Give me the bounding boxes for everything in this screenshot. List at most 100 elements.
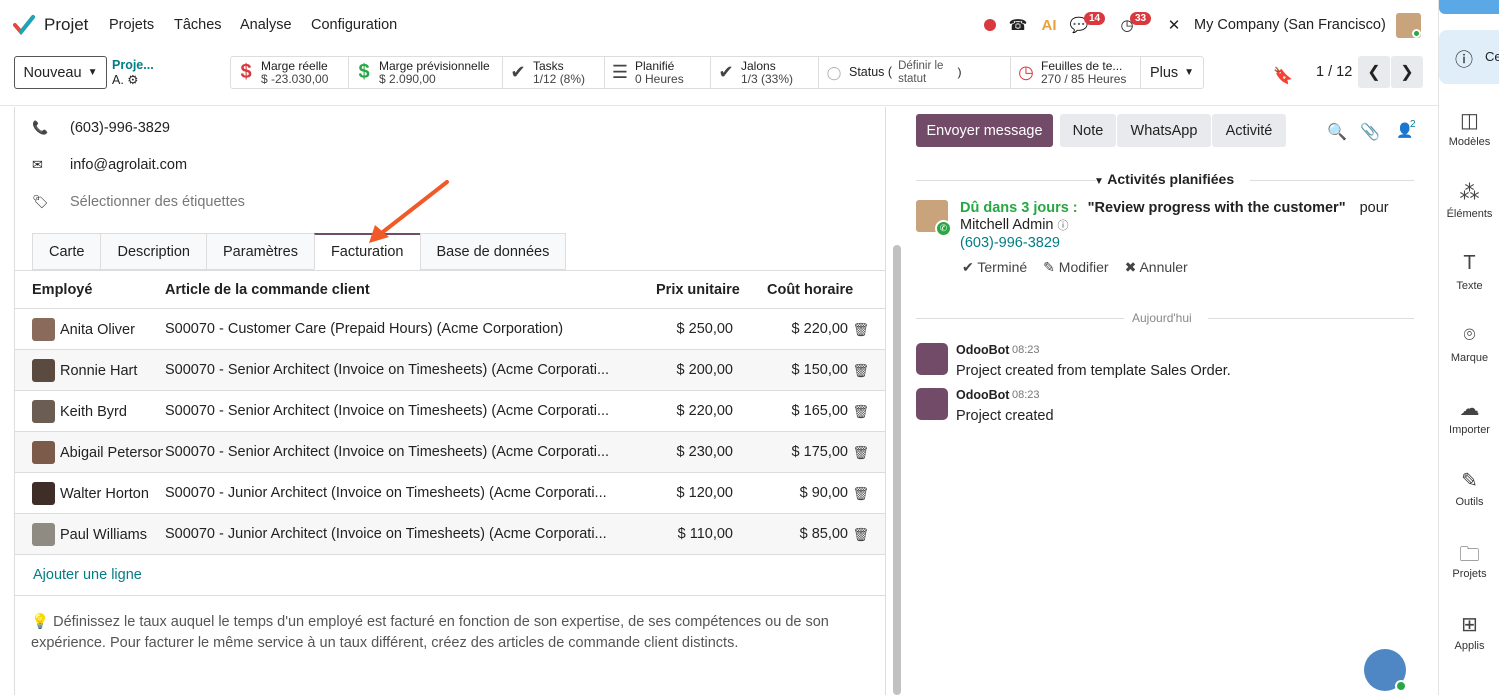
unit-price[interactable]: $ 220,00 xyxy=(677,403,733,419)
new-button[interactable]: Nouveau ▼ xyxy=(14,56,107,89)
pager-value[interactable]: 1 / 12 xyxy=(1316,64,1352,80)
form-scrollbar[interactable] xyxy=(893,245,901,695)
sidebar-item-modeles[interactable]: ◫ Modèles xyxy=(1439,108,1499,148)
employee-name[interactable]: Walter Horton xyxy=(60,486,163,502)
menu-configuration[interactable]: Configuration xyxy=(311,17,397,33)
sales-order-item[interactable]: S00070 - Junior Architect (Invoice on Ti… xyxy=(165,526,625,542)
app-name[interactable]: Projet xyxy=(44,15,88,35)
activity-button[interactable]: Activité xyxy=(1212,114,1286,147)
sidebar-item-outils[interactable]: ✎ Outils xyxy=(1439,468,1499,508)
unit-price[interactable]: $ 120,00 xyxy=(677,485,733,501)
mark-done-button[interactable]: ✔ Terminé xyxy=(962,259,1027,276)
ai-icon[interactable]: AI xyxy=(1038,14,1060,36)
pager-previous-button[interactable]: ❮ xyxy=(1358,56,1390,88)
stat-status[interactable]: ◯ Status ( Définir le statut ) xyxy=(819,57,1011,88)
add-line-link[interactable]: Ajouter une ligne xyxy=(33,567,142,583)
gear-icon[interactable]: ⚙ xyxy=(127,73,138,87)
edit-activity-button[interactable]: ✎ Modifier xyxy=(1043,259,1108,276)
stat-milestones[interactable]: ✔ Jalons 1/3 (33%) xyxy=(711,57,819,88)
menu-analyse[interactable]: Analyse xyxy=(240,17,292,33)
table-row[interactable]: Abigail Peterson S00070 - Senior Architec… xyxy=(15,432,885,473)
trash-icon[interactable]: 🗑 xyxy=(852,363,869,379)
table-row[interactable]: Anita Oliver S00070 - Customer Care (Prep… xyxy=(15,309,885,350)
email-value[interactable]: info@agrolait.com xyxy=(70,157,187,173)
employee-name[interactable]: Abigail Peterson xyxy=(60,445,163,461)
company-switcher[interactable]: My Company (San Francisco) xyxy=(1194,17,1386,33)
message-author[interactable]: OdooBot xyxy=(956,388,1009,402)
table-row[interactable]: Walter Horton S00070 - Junior Architect (… xyxy=(15,473,885,514)
trash-icon[interactable]: 🗑 xyxy=(852,445,869,461)
hourly-cost[interactable]: $ 220,00 xyxy=(792,321,848,337)
sales-order-item[interactable]: S00070 - Junior Architect (Invoice on Ti… xyxy=(165,485,625,501)
trash-icon[interactable]: 🗑 xyxy=(852,322,869,338)
menu-projets[interactable]: Projets xyxy=(109,17,154,33)
activity-phone[interactable]: (603)-996-3829 xyxy=(960,235,1060,251)
phone-value[interactable]: (603)-996-3829 xyxy=(70,120,170,136)
tools-icon[interactable]: ✕ xyxy=(1163,14,1185,36)
unit-price[interactable]: $ 230,00 xyxy=(677,444,733,460)
stat-tasks[interactable]: ✔ Tasks 1/12 (8%) xyxy=(503,57,605,88)
sidebar-item-texte[interactable]: T Texte xyxy=(1439,252,1499,292)
paperclip-icon[interactable]: 📎 xyxy=(1360,122,1380,142)
employee-name[interactable]: Ronnie Hart xyxy=(60,363,163,379)
breadcrumb-parent[interactable]: Proje... xyxy=(112,58,154,73)
sales-order-item[interactable]: S00070 - Senior Architect (Invoice on Ti… xyxy=(165,403,625,419)
more-button[interactable]: Plus ▼ xyxy=(1141,57,1203,88)
sales-order-item[interactable]: S00070 - Senior Architect (Invoice on Ti… xyxy=(165,362,625,378)
sidebar-info-tile[interactable]: ⓘ Ce xyxy=(1439,30,1499,84)
trash-icon[interactable]: 🗑 xyxy=(852,486,869,502)
hint-text: Définissez le taux auquel le temps d'un … xyxy=(31,614,829,651)
table-row[interactable]: Paul Williams S00070 - Junior Architect (… xyxy=(15,514,885,555)
unit-price[interactable]: $ 200,00 xyxy=(677,362,733,378)
trash-icon[interactable]: 🗑 xyxy=(852,527,869,543)
whatsapp-button[interactable]: WhatsApp xyxy=(1117,114,1211,147)
recording-dot-icon[interactable] xyxy=(984,19,996,31)
table-row[interactable]: Ronnie Hart S00070 - Senior Architect (In… xyxy=(15,350,885,391)
note-button[interactable]: Note xyxy=(1060,114,1116,147)
planned-activities-title[interactable]: ▼ Activités planifiées xyxy=(1094,171,1234,187)
hourly-cost[interactable]: $ 90,00 xyxy=(800,485,848,501)
col-article[interactable]: Article de la commande client xyxy=(165,282,370,298)
tags-input[interactable]: Sélectionner des étiquettes xyxy=(70,194,245,210)
sidebar-item-marque[interactable]: ⌾ Marque xyxy=(1439,324,1499,364)
sidebar-item-projets[interactable]: 🗀 Projets xyxy=(1439,540,1499,580)
menu-taches[interactable]: Tâches xyxy=(174,17,222,33)
stat-timesheets[interactable]: ◷ Feuilles de te... 270 / 85 Heures xyxy=(1011,57,1141,88)
hourly-cost[interactable]: $ 165,00 xyxy=(792,403,848,419)
sidebar-item-elements[interactable]: ⁂ Éléments xyxy=(1439,180,1499,220)
hourly-cost[interactable]: $ 175,00 xyxy=(792,444,848,460)
info-icon[interactable]: ⓘ xyxy=(1058,220,1069,232)
col-hourly-cost[interactable]: Coût horaire xyxy=(767,282,853,298)
pager-next-button[interactable]: ❯ xyxy=(1391,56,1423,88)
col-employee[interactable]: Employé xyxy=(32,282,92,298)
tab-description[interactable]: Description xyxy=(100,233,206,270)
sidebar-top-tile[interactable] xyxy=(1439,0,1499,14)
sidebar-item-applis[interactable]: ⊞ Applis xyxy=(1439,612,1499,652)
stat-real-margin[interactable]: $ Marge réelle $ -23.030,00 xyxy=(231,57,349,88)
hourly-cost[interactable]: $ 150,00 xyxy=(792,362,848,378)
message-author[interactable]: OdooBot xyxy=(956,343,1009,357)
odoo-app-icon[interactable] xyxy=(12,13,36,37)
hourly-cost[interactable]: $ 85,00 xyxy=(800,526,848,542)
cancel-activity-button[interactable]: ✖ Annuler xyxy=(1125,259,1188,276)
stat-forecast-margin[interactable]: $ Marge prévisionnelle $ 2.090,00 xyxy=(349,57,503,88)
tab-parametres[interactable]: Paramètres xyxy=(206,233,314,270)
employee-name[interactable]: Keith Byrd xyxy=(60,404,163,420)
table-row[interactable]: Keith Byrd S00070 - Senior Architect (Inv… xyxy=(15,391,885,432)
stat-planned[interactable]: ☰ Planifié 0 Heures xyxy=(605,57,711,88)
send-message-button[interactable]: Envoyer message xyxy=(916,114,1053,147)
search-icon[interactable]: 🔍 xyxy=(1327,122,1347,142)
employee-name[interactable]: Paul Williams xyxy=(60,527,163,543)
sidebar-item-importer[interactable]: ☁ Importer xyxy=(1439,396,1499,436)
unit-price[interactable]: $ 250,00 xyxy=(677,321,733,337)
col-unit-price[interactable]: Prix unitaire xyxy=(656,282,740,298)
bookmark-icon[interactable]: 🔖 xyxy=(1273,66,1293,86)
sales-order-item[interactable]: S00070 - Customer Care (Prepaid Hours) (… xyxy=(165,321,625,337)
tab-carte[interactable]: Carte xyxy=(32,233,101,270)
sales-order-item[interactable]: S00070 - Senior Architect (Invoice on Ti… xyxy=(165,444,625,460)
trash-icon[interactable]: 🗑 xyxy=(852,404,869,420)
employee-name[interactable]: Anita Oliver xyxy=(60,322,163,338)
unit-price[interactable]: $ 110,00 xyxy=(678,526,733,542)
shapes-icon: ⁂ xyxy=(1459,182,1480,204)
phone-icon[interactable]: ☎ xyxy=(1007,14,1029,36)
